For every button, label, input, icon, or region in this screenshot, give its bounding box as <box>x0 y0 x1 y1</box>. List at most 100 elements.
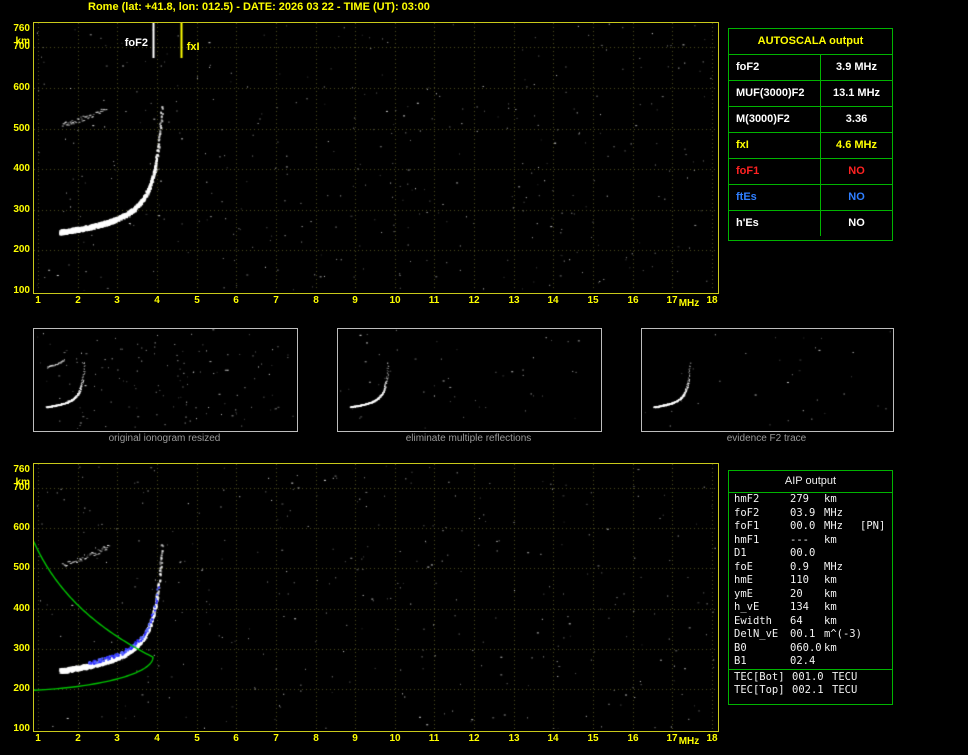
thumbnail-original-ionogram <box>33 328 298 432</box>
axis-tick-label: 300 <box>13 643 30 654</box>
aip-unit: km <box>824 533 837 546</box>
param-value: 4.6 MHz <box>836 139 877 151</box>
axis-tick-label: 500 <box>13 123 30 134</box>
axis-tick-label: 3 <box>114 295 120 306</box>
axis-tick-label: 6 <box>233 295 239 306</box>
aip-row-hmF1: hmF1 --- km <box>729 534 892 548</box>
aip-label: hmE <box>734 574 753 586</box>
axis-tick-label: 600 <box>13 522 30 533</box>
aip-value: --- <box>790 533 809 546</box>
axis-tick-label: 2 <box>75 733 81 744</box>
axis-tick-label: 400 <box>13 603 30 614</box>
aip-row-h_vE: h_vE 134 km <box>729 601 892 615</box>
autoscala-table-title: AUTOSCALA output <box>729 29 892 55</box>
thumbnail-caption-eliminate: eliminate multiple reflections <box>405 433 532 444</box>
aip-value: 001.0 <box>792 670 824 683</box>
thumbnail-caption-evidence: evidence F2 trace <box>726 433 807 444</box>
axis-tick-label: 760 <box>13 464 30 475</box>
axis-tick-label: 200 <box>13 244 30 255</box>
axis-tick-label: 11 <box>428 295 440 306</box>
axis-tick-label: 14 <box>547 733 559 744</box>
param-value: 13.1 MHz <box>832 87 881 99</box>
axis-tick-label: 400 <box>13 163 30 174</box>
main-ionogram-plot: foF2 fxI <box>33 22 719 294</box>
axis-tick-label: 12 <box>468 733 480 744</box>
aip-value: 03.9 <box>790 506 816 519</box>
axis-tick-label: 7 <box>273 733 279 744</box>
axis-tick-label: 16 <box>627 733 639 744</box>
aip-label: hmF2 <box>734 493 760 505</box>
profile-ionogram-plot <box>33 463 719 732</box>
aip-label: TEC[Bot] <box>734 670 785 683</box>
thumbnail-eliminate-reflections <box>337 328 602 432</box>
aip-unit: MHz <box>824 520 843 532</box>
annotation-label-foF2: foF2 <box>124 37 148 49</box>
param-label: h'Es <box>729 211 821 236</box>
aip-table-title: AIP output <box>729 471 892 493</box>
aip-note <box>860 601 892 615</box>
aip-note: [PN] <box>860 520 886 532</box>
axis-tick-label: 1 <box>35 295 41 306</box>
param-value: NO <box>848 165 865 177</box>
aip-value: 0.9 <box>790 560 809 573</box>
aip-row-foF1: foF1 00.0 MHz [PN] <box>729 520 892 534</box>
aip-value: 20 <box>790 587 803 600</box>
aip-value: 64 <box>790 614 803 627</box>
aip-row-TEC[Bot]: TEC[Bot] 001.0 TECU <box>729 671 892 685</box>
axis-tick-label: 18 <box>706 295 718 306</box>
aip-label: Ewidth <box>734 614 772 627</box>
profile-ionogram-canvas <box>34 464 716 729</box>
aip-row-foE: foE 0.9 MHz <box>729 561 892 575</box>
autoscala-table-rows: foF2 3.9 MHz MUF(3000)F2 13.1 MHz M(3000)F2 3… <box>729 55 892 236</box>
aip-label: B1 <box>734 655 747 667</box>
aip-value: 002.1 <box>792 684 824 696</box>
aip-label: ymE <box>734 587 753 600</box>
axis-tick-label: 9 <box>352 733 358 744</box>
aip-value: 00.0 <box>790 547 816 559</box>
aip-unit: km <box>824 614 837 627</box>
axis-tick-label: 600 <box>13 82 30 93</box>
param-value: NO <box>848 191 865 203</box>
axis-tick-label: 5 <box>194 295 200 306</box>
axis-tick-label: 3 <box>114 733 120 744</box>
aip-row-foF2: foF2 03.9 MHz <box>729 507 892 521</box>
autoscala-row-MUF(3000)F2: MUF(3000)F2 13.1 MHz <box>729 81 892 107</box>
aip-label: TEC[Top] <box>734 684 785 696</box>
aip-note <box>860 615 892 629</box>
aip-row-hmE: hmE 110 km <box>729 574 892 588</box>
autoscala-row-M(3000)F2: M(3000)F2 3.36 <box>729 107 892 133</box>
aip-row-B1: B1 02.4 <box>729 655 892 669</box>
aip-tec-rows: TEC[Bot] 001.0 TECU TEC[Top] 002.1 TECU <box>729 668 892 698</box>
axis-tick-label: 15 <box>587 295 599 306</box>
aip-row-ymE: ymE 20 km <box>729 588 892 602</box>
axis-tick-label: 14 <box>547 295 559 306</box>
aip-note <box>860 507 892 521</box>
axis-tick-label: 4 <box>154 295 160 306</box>
axis-tick-label: 1 <box>35 733 41 744</box>
axis-tick-label: 12 <box>468 295 480 306</box>
autoscala-row-ftEs: ftEs NO <box>729 185 892 211</box>
aip-unit: km <box>824 641 837 654</box>
axis-tick-label: 760 <box>13 23 30 34</box>
aip-value: 02.4 <box>790 655 816 667</box>
axis-tick-label: 10 <box>389 733 401 744</box>
aip-value: 060.0 <box>790 641 822 654</box>
aip-table-rows: hmF2 279 km foF2 03.9 MHz foF1 00.0 MHz [PN] hmF1 -… <box>729 493 892 669</box>
main-ionogram-canvas <box>34 23 716 291</box>
aip-label: foE <box>734 560 753 573</box>
axis-tick-label: 500 <box>13 562 30 573</box>
aip-label: B0 <box>734 641 747 654</box>
aip-note <box>860 588 892 602</box>
aip-note <box>860 534 892 548</box>
thumbnail-eliminate-canvas <box>338 329 599 429</box>
aip-row-Ewidth: Ewidth 64 km <box>729 615 892 629</box>
aip-label: hmF1 <box>734 533 760 546</box>
axis-unit-label: km <box>15 36 30 47</box>
aip-note <box>860 655 892 669</box>
param-label: foF1 <box>729 159 821 184</box>
aip-note <box>860 642 892 656</box>
axis-tick-label: 100 <box>13 285 30 296</box>
axis-unit-label: km <box>15 477 30 488</box>
param-label: fxI <box>729 133 821 158</box>
axis-tick-label: 200 <box>13 683 30 694</box>
